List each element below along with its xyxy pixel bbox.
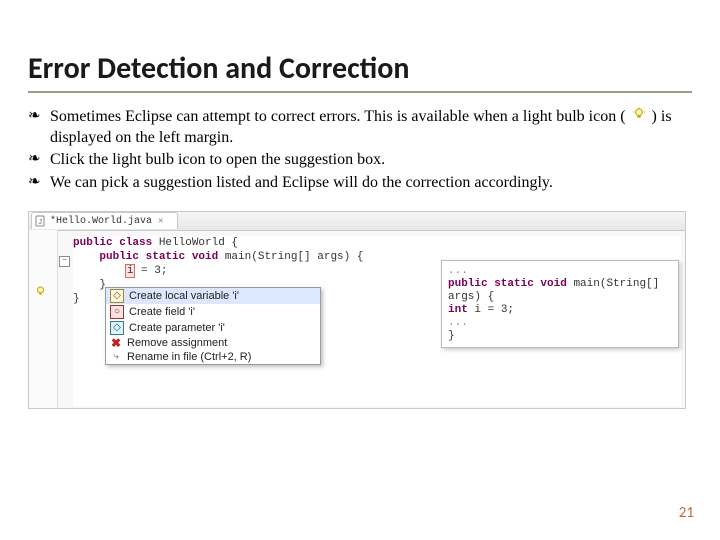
remove-icon: ✖ [110,337,122,349]
preview-ellipsis: ... [448,265,672,278]
close-icon[interactable]: ✕ [158,216,163,226]
editor-tab[interactable]: J *Hello.World.java ✕ [31,212,178,229]
bullet-2: Click the light bulb icon to open the su… [28,150,692,170]
suggestion-create-field[interactable]: ○ Create field 'i' [106,304,320,320]
preview-line-3: } [448,330,672,343]
slide: Error Detection and Correction Sometimes… [0,0,720,540]
suggestion-label: Remove assignment [127,337,227,349]
suggestion-label: Create field 'i' [129,306,195,318]
page-number: 21 [679,504,694,522]
rename-icon: ⤷ [110,351,122,363]
page-title: Error Detection and Correction [28,50,692,87]
editor-tab-label: *Hello.World.java [50,216,152,227]
bullet-1-text-a: Sometimes Eclipse can attempt to correct… [50,108,626,125]
suggestion-create-local[interactable]: ◇ Create local variable 'i' [106,288,320,304]
suggestion-create-parameter[interactable]: ◇ Create parameter 'i' [106,320,320,336]
suggestion-remove-assignment[interactable]: ✖ Remove assignment [106,336,320,350]
svg-text:J: J [38,219,42,226]
preview-ellipsis-2: ... [448,317,672,330]
quickfix-lightbulb-icon[interactable] [34,285,47,302]
suggestion-label: Rename in file (Ctrl+2, R) [127,351,251,363]
bullet-3: We can pick a suggestion listed and Ecli… [28,173,692,193]
parameter-icon: ◇ [110,321,124,335]
preview-line: public static void main(String[] args) { [448,278,672,304]
quickfix-suggestion-box: ◇ Create local variable 'i' ○ Create fie… [105,287,321,365]
field-icon: ○ [110,305,124,319]
suggestion-rename-in-file[interactable]: ⤷ Rename in file (Ctrl+2, R) [106,350,320,364]
suggestion-label: Create parameter 'i' [129,322,225,334]
lightbulb-icon [632,107,646,127]
editor-tabbar: J *Hello.World.java ✕ [29,212,685,231]
bullet-list: Sometimes Eclipse can attempt to correct… [28,107,692,193]
code-line-1: public class HelloWorld { [73,236,681,250]
screenshot-panel: J *Hello.World.java ✕ − public class Hel… [28,211,686,409]
suggestion-label: Create local variable 'i' [129,290,239,302]
bullet-1: Sometimes Eclipse can attempt to correct… [28,107,692,148]
preview-line-2: int i = 3; [448,304,672,317]
local-variable-icon: ◇ [110,289,124,303]
quickfix-preview-pane: ... public static void main(String[] arg… [441,260,679,348]
title-rule [28,91,692,93]
fold-toggle-icon[interactable]: − [59,256,70,267]
editor-gutter [29,230,58,408]
